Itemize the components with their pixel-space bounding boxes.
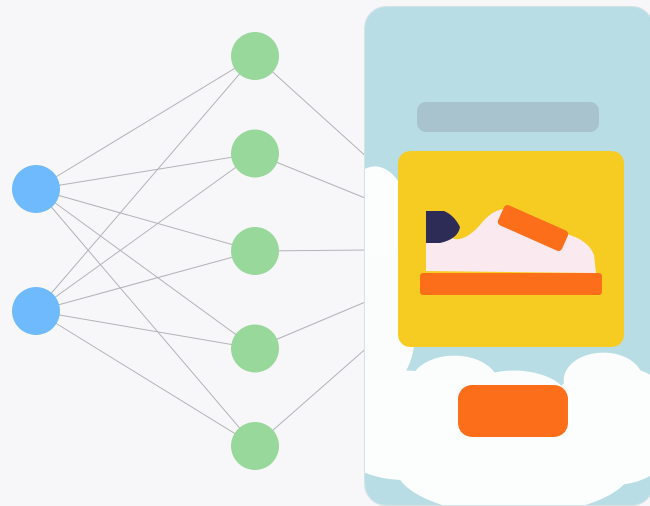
edge-input-1-hidden-5 (35, 188, 256, 447)
input-node-1 (12, 165, 60, 213)
edge-input-1-hidden-4 (35, 188, 256, 349)
hidden-node-5 (231, 422, 279, 470)
edge-input-1-hidden-3 (35, 188, 256, 252)
hidden-node-1 (231, 32, 279, 80)
edge-input-2-hidden-2 (35, 153, 256, 312)
edge-input-2-hidden-3 (35, 250, 256, 312)
input-node-2 (12, 287, 60, 335)
edge-input-2-hidden-5 (35, 310, 256, 447)
network-nodes (12, 32, 279, 470)
product-card[interactable] (398, 151, 624, 347)
hidden-node-4 (231, 324, 279, 373)
hidden-node-2 (231, 129, 279, 178)
buy-button[interactable] (458, 385, 568, 437)
skeleton-text-bar (417, 102, 599, 132)
network-edges (35, 55, 371, 447)
hidden-node-3 (231, 227, 279, 275)
edge-input-1-hidden-1 (35, 55, 256, 190)
phone-mockup (364, 6, 650, 506)
edge-input-2-hidden-4 (35, 310, 256, 349)
